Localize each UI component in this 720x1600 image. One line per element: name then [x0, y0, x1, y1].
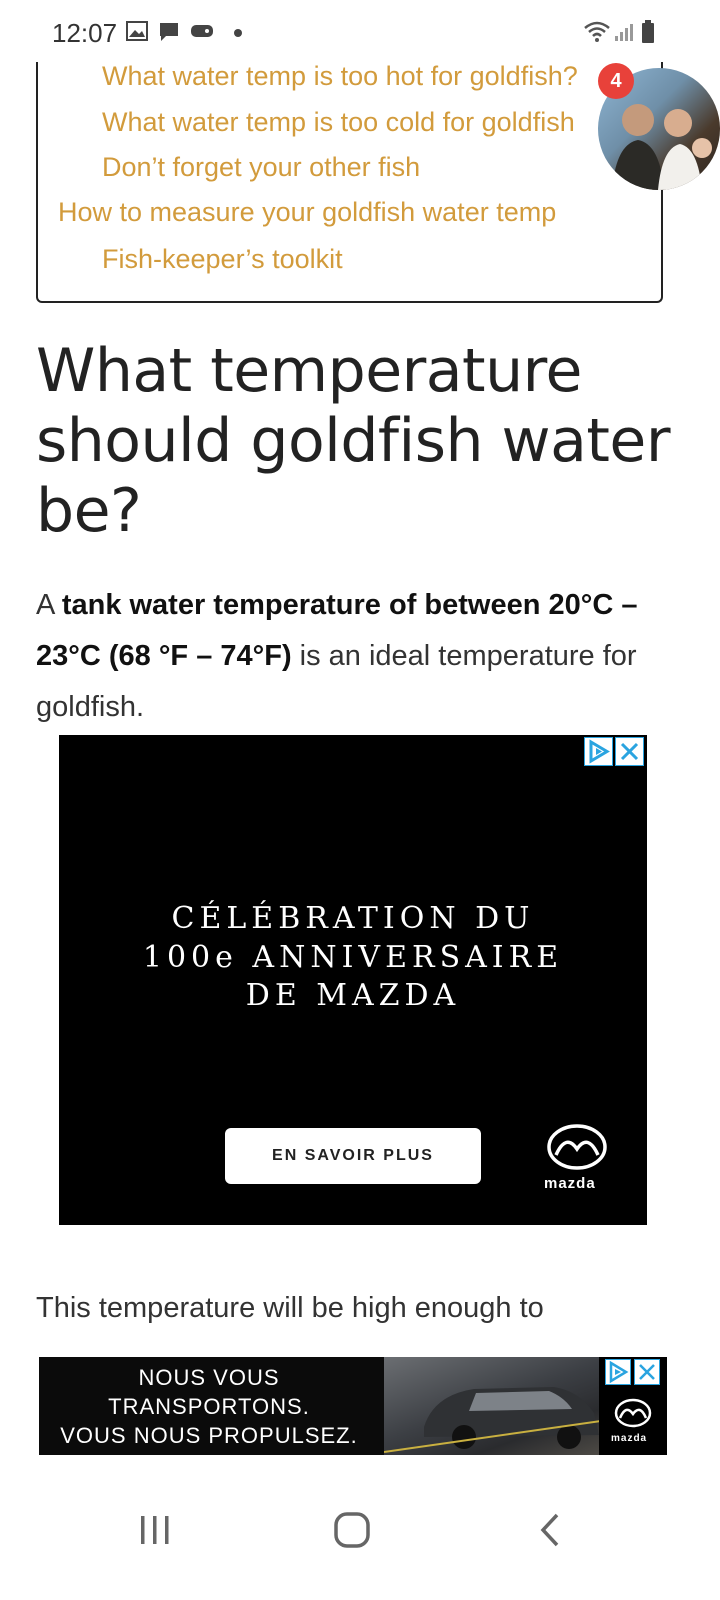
- game-icon: [191, 25, 213, 37]
- recent-apps-icon: [141, 1516, 169, 1544]
- article-heading: What temperature should goldfish water b…: [36, 336, 671, 546]
- ad-strip-line1: NOUS VOUS: [138, 1365, 280, 1390]
- home-button[interactable]: [312, 1502, 392, 1558]
- status-time: 12:07: [52, 18, 118, 48]
- home-icon: [334, 1512, 370, 1548]
- mazda-ad-strip[interactable]: NOUS VOUS TRANSPORTONS. VOUS NOUS PROPUL…: [39, 1357, 667, 1455]
- ad-close-icon[interactable]: [634, 1359, 660, 1385]
- suv-photo: [383, 1357, 630, 1455]
- toc-item-too-hot[interactable]: What water temp is too hot for goldfish?: [102, 61, 578, 92]
- mazda-logo-small-icon: [614, 1398, 652, 1428]
- car-image: [383, 1387, 630, 1453]
- ad-title-line2: 100e ANNIVERSAIRE: [142, 940, 564, 975]
- back-icon: [540, 1513, 559, 1547]
- article-paragraph-2: This temperature will be high enough to: [36, 1292, 544, 1324]
- mazda-wordmark-small: mazda: [611, 1433, 648, 1444]
- toc-item-toolkit[interactable]: Fish-keeper’s toolkit: [102, 244, 343, 275]
- image-icon: [126, 21, 148, 41]
- ad-close-icon[interactable]: [615, 737, 644, 766]
- ad-title-line1: CÉLÉBRATION DU: [171, 901, 535, 936]
- ad-cta-button[interactable]: EN SAVOIR PLUS: [225, 1128, 481, 1184]
- back-button[interactable]: [510, 1502, 590, 1558]
- message-icon: [160, 23, 178, 41]
- ad-strip-line2: TRANSPORTONS.: [108, 1394, 310, 1419]
- battery-icon: [642, 20, 654, 43]
- toc-item-other-fish[interactable]: Don’t forget your other fish: [102, 152, 420, 183]
- toc-item-too-cold[interactable]: What water temp is too cold for goldfish: [102, 107, 575, 138]
- mazda-wordmark: mazda: [544, 1175, 596, 1192]
- recent-apps-button[interactable]: [115, 1502, 195, 1558]
- ad-strip-line3: VOUS NOUS PROPULSEZ.: [60, 1423, 358, 1448]
- wifi-icon: [584, 21, 610, 42]
- signal-icon: [615, 24, 633, 41]
- mazda-ad-banner[interactable]: CÉLÉBRATION DU 100e ANNIVERSAIRE DE MAZD…: [59, 735, 647, 1225]
- navigation-bar: [0, 1480, 720, 1600]
- notification-badge: 4: [598, 63, 634, 99]
- ad-title-line3: DE MAZDA: [245, 978, 461, 1013]
- toc-item-measure[interactable]: How to measure your goldfish water temp: [58, 197, 556, 228]
- adchoices-icon[interactable]: [605, 1359, 631, 1385]
- status-bar: 12:07: [0, 0, 720, 62]
- mazda-logo-icon: [547, 1124, 607, 1170]
- article-paragraph: A tank water temperature of between 20°C…: [36, 580, 676, 733]
- ad-strip-text: NOUS VOUS TRANSPORTONS. VOUS NOUS PROPUL…: [39, 1363, 379, 1450]
- adchoices-icon[interactable]: [584, 737, 613, 766]
- para-prefix: A: [36, 589, 62, 621]
- notification-dot: [234, 29, 242, 37]
